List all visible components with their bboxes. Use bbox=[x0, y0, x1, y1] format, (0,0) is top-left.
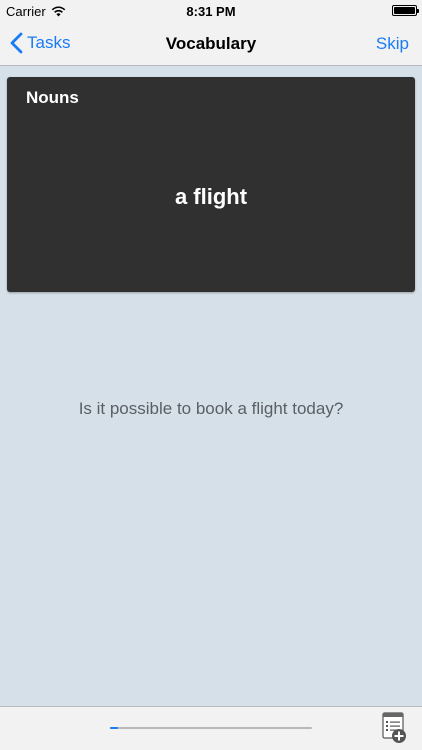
screen: Carrier 8:31 PM Tasks Vocabulary Skip No… bbox=[0, 0, 422, 750]
status-right bbox=[392, 5, 419, 16]
bottom-toolbar bbox=[0, 706, 422, 750]
status-time: 8:31 PM bbox=[186, 4, 236, 19]
progress-fill bbox=[110, 727, 119, 729]
back-button[interactable]: Tasks bbox=[10, 32, 70, 54]
battery-icon bbox=[392, 5, 419, 16]
add-to-list-icon bbox=[382, 712, 406, 743]
skip-button[interactable]: Skip bbox=[376, 34, 409, 54]
card-word: a flight bbox=[174, 184, 248, 209]
back-button-label: Tasks bbox=[27, 33, 71, 52]
status-bar: Carrier 8:31 PM bbox=[0, 0, 422, 22]
battery-fill bbox=[394, 7, 415, 14]
example-sentence: Is it possible to book a flight today? bbox=[78, 399, 344, 418]
card-category: Nouns bbox=[26, 88, 79, 107]
nav-bar: Tasks Vocabulary Skip bbox=[0, 22, 422, 66]
vocabulary-card[interactable]: Nouns a flight bbox=[7, 77, 415, 292]
chevron-left-icon bbox=[10, 32, 23, 54]
add-to-list-button[interactable] bbox=[382, 712, 408, 744]
progress-bar bbox=[110, 727, 312, 729]
